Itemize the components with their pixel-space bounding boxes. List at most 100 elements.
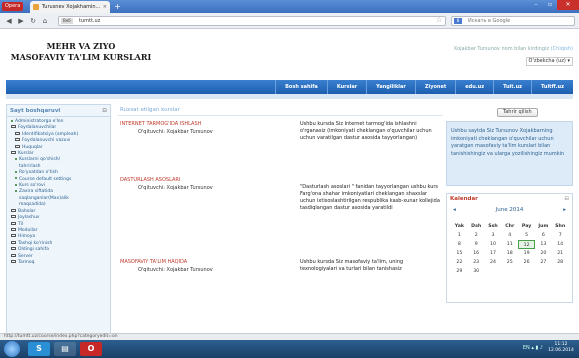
calendar-day[interactable]: 29: [451, 267, 468, 276]
bullet-icon: [15, 183, 17, 186]
opera-menu-button[interactable]: Opera: [2, 2, 24, 11]
language-select[interactable]: O'zbekcha (uz) ▾: [525, 57, 573, 66]
calendar-title: Kalendar: [450, 196, 478, 202]
calendar-day[interactable]: 2: [468, 231, 485, 240]
nav-item-tuit[interactable]: Tuit.uz: [493, 80, 531, 94]
language-value: O'zbekcha (uz): [528, 58, 566, 64]
forward-icon[interactable]: ▶: [16, 16, 26, 26]
file-explorer-taskbar-app[interactable]: ▤: [54, 342, 76, 356]
next-month-icon[interactable]: ▸: [563, 205, 566, 215]
system-tray[interactable]: EN ▴ ▮ ♪: [523, 345, 543, 351]
folder-icon: [11, 259, 16, 263]
calendar-month[interactable]: June 2014: [496, 207, 524, 213]
search-engine-icon[interactable]: 8: [454, 18, 462, 24]
maximize-icon[interactable]: ▫: [543, 0, 557, 10]
admin-tree-label: Tashqi ko'rinish: [18, 240, 53, 246]
calendar-day: [535, 267, 552, 276]
calendar-day[interactable]: 22: [451, 258, 468, 267]
calendar-day[interactable]: 11: [501, 240, 518, 249]
calendar-week-row: 29 30: [451, 267, 569, 276]
calendar-day[interactable]: 20: [535, 249, 552, 258]
prev-month-icon[interactable]: ◂: [453, 205, 456, 215]
nav-item-news[interactable]: Yangiliklar: [366, 80, 415, 94]
bullet-icon: [11, 119, 13, 122]
reload-icon[interactable]: ↻: [28, 16, 38, 26]
bullet-icon: [15, 189, 17, 192]
calendar-day[interactable]: 27: [535, 258, 552, 267]
home-icon[interactable]: ⌂: [40, 16, 50, 26]
calendar-day[interactable]: 18: [501, 249, 518, 258]
course-link[interactable]: DASTURLASH ASOSLARI: [120, 177, 440, 183]
url-input[interactable]: Веб tumtt.uz: [58, 16, 446, 26]
admin-tree-label: saqlanganlar(Мах)alik: [19, 195, 69, 201]
calendar-day[interactable]: 10: [485, 240, 502, 249]
admin-tree-label: Course default settings: [19, 176, 72, 182]
minimize-icon[interactable]: –: [529, 0, 543, 10]
admin-tree-label: Himoya: [18, 234, 36, 240]
admin-tree-label: Foydalanuvchilar: [18, 125, 57, 131]
nav-item-tuitff[interactable]: Tuitff.uz: [531, 80, 573, 94]
calendar-day[interactable]: 19: [518, 249, 535, 258]
folder-icon: [11, 208, 16, 212]
bookmark-star-icon[interactable]: ☆: [436, 16, 442, 24]
calendar-day[interactable]: 26: [518, 258, 535, 267]
calendar-day[interactable]: 14: [552, 240, 569, 249]
status-bar: http://tumtt.uz/course/index.php?categor…: [0, 333, 579, 340]
nav-item-edu[interactable]: edu.uz: [455, 80, 493, 94]
course-summary: Ushbu kursda Siz Internet tarmog'ida ish…: [300, 121, 432, 141]
bullet-icon: [15, 177, 17, 180]
calendar-day[interactable]: 12: [518, 240, 535, 249]
nav-item-home[interactable]: Bosh sahifa: [275, 80, 327, 94]
nav-item-ziyonet[interactable]: Ziyonet: [414, 80, 455, 94]
site-title[interactable]: MEHR VA ZIYO MASOFAVIY TA'LIM KURSLARI: [6, 41, 156, 63]
window-close-icon[interactable]: ✕: [557, 0, 579, 10]
calendar-day[interactable]: 15: [451, 249, 468, 258]
folder-icon: [11, 227, 16, 231]
system-clock[interactable]: 11:12 12.06.2014: [547, 342, 575, 354]
calendar-day[interactable]: 4: [501, 231, 518, 240]
calendar-day[interactable]: 25: [501, 258, 518, 267]
admin-tree-label: Huquqlar: [22, 144, 43, 150]
search-input[interactable]: 8 Искать в Google: [451, 16, 575, 26]
calendar-day[interactable]: 28: [552, 258, 569, 267]
calendar-month-nav: ◂ June 2014 ▸: [447, 205, 572, 215]
course-summary: Ushbu kursda Siz masofaviy ta'lim, uning…: [300, 259, 404, 272]
calendar-day[interactable]: 9: [468, 240, 485, 249]
admin-tree-label: Joylashuv: [18, 215, 40, 221]
calendar-day[interactable]: 24: [485, 258, 502, 267]
admin-tree-item[interactable]: Tarmoq: [9, 259, 108, 266]
edit-mode-button[interactable]: Tahrir qilish: [497, 108, 538, 117]
back-icon[interactable]: ◀: [4, 16, 14, 26]
calendar-weekday: Shn: [555, 224, 566, 229]
calendar-day[interactable]: 3: [485, 231, 502, 240]
calendar-day[interactable]: 6: [535, 231, 552, 240]
calendar-day[interactable]: 21: [552, 249, 569, 258]
block-collapse-icon[interactable]: ⊟: [102, 105, 107, 117]
calendar-day[interactable]: 23: [468, 258, 485, 267]
calendar-day[interactable]: 8: [451, 240, 468, 249]
calendar-day: [552, 267, 569, 276]
skype-taskbar-app[interactable]: S: [28, 342, 50, 356]
nav-item-courses[interactable]: Kurslar: [326, 80, 366, 94]
calendar-day[interactable]: 7: [552, 231, 569, 240]
calendar-day[interactable]: 13: [535, 240, 552, 249]
calendar-day[interactable]: 17: [485, 249, 502, 258]
calendar-day[interactable]: 16: [468, 249, 485, 258]
locale-indicator[interactable]: EN: [523, 345, 530, 351]
start-button[interactable]: [4, 341, 20, 357]
calendar-day[interactable]: 1: [451, 231, 468, 240]
folder-icon: [11, 234, 16, 238]
new-tab-button[interactable]: +: [113, 2, 122, 11]
tab-title: Turusnev Xojakhamin...: [42, 4, 101, 10]
url-text: tumtt.uz: [79, 18, 101, 24]
course-summary: "Dasturlash asoslari " fanidan tayyorlan…: [300, 184, 440, 211]
calendar-day[interactable]: 5: [518, 231, 535, 240]
folder-icon: [11, 215, 16, 219]
opera-taskbar-app[interactable]: O: [80, 342, 102, 356]
security-badge: Веб: [61, 18, 73, 24]
close-tab-icon[interactable]: ×: [103, 1, 107, 13]
logout-link[interactable]: (Chiqish): [551, 46, 573, 52]
calendar-day[interactable]: 30: [468, 267, 485, 276]
block-collapse-icon[interactable]: ⊟: [564, 194, 569, 205]
browser-tab[interactable]: Turusnev Xojakhamin... ×: [30, 1, 110, 13]
